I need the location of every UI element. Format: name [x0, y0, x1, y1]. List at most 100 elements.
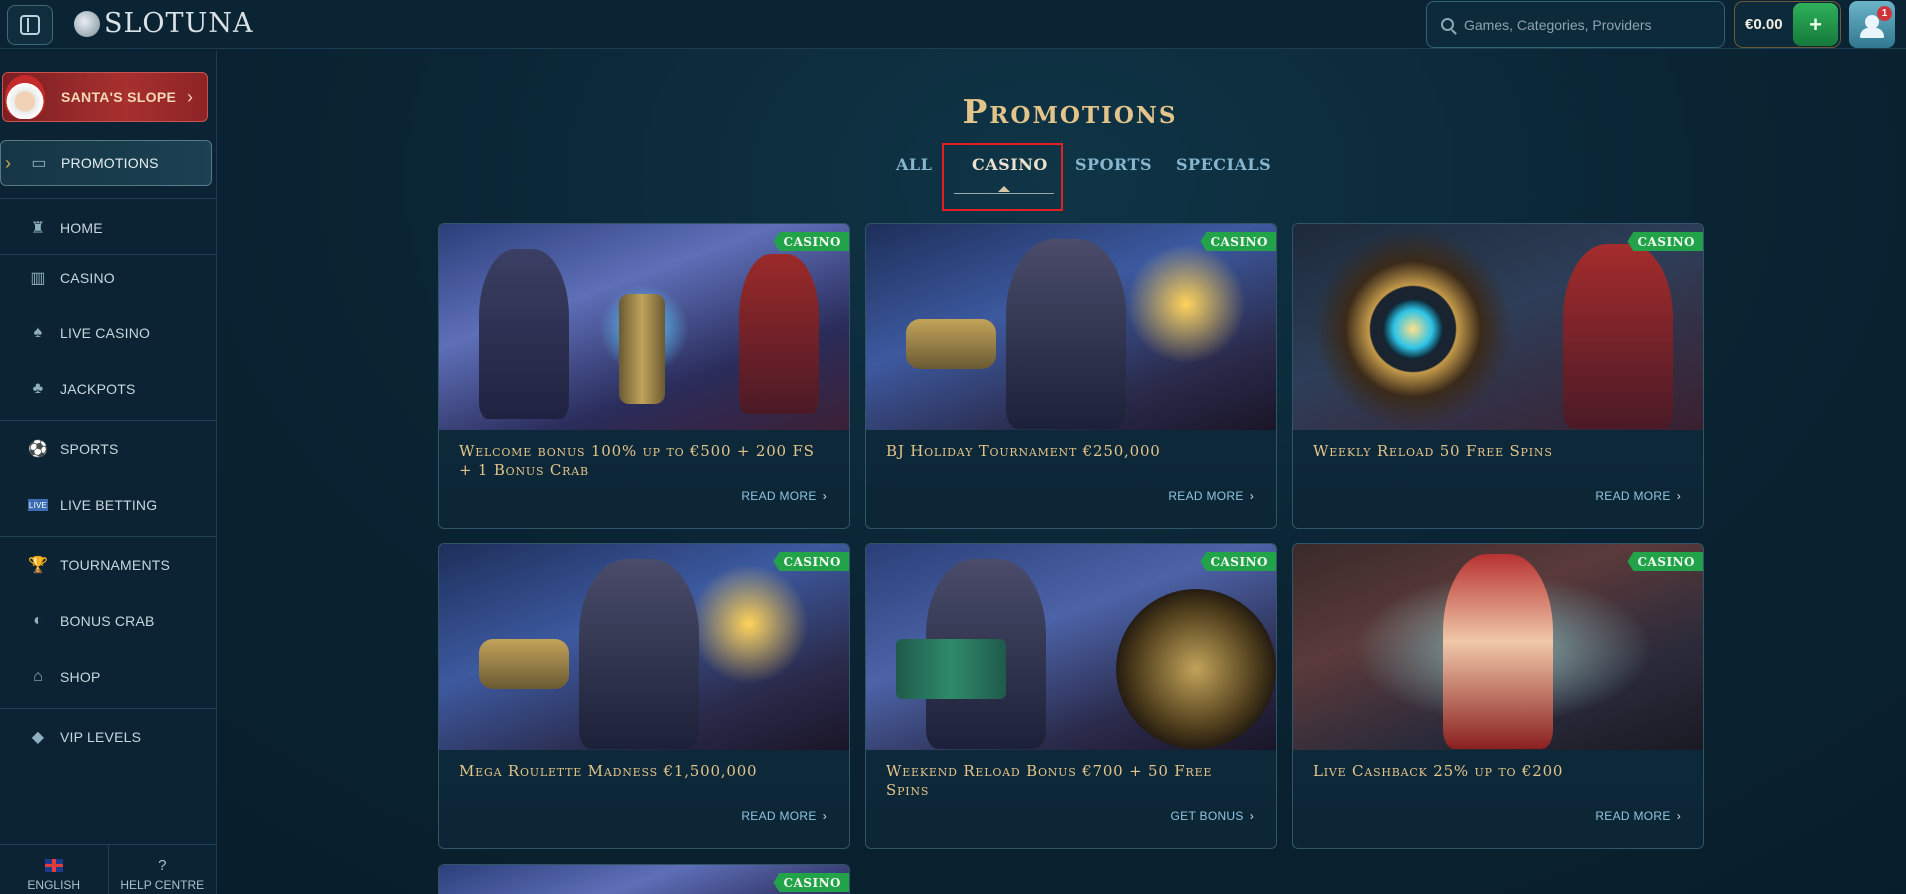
link-label: GET BONUS — [1170, 809, 1244, 823]
logo-text: SLOTUNA — [104, 8, 254, 39]
balance-amount: €0.00 — [1745, 16, 1783, 33]
language-selector[interactable]: ENGLISH — [0, 845, 108, 894]
promo-card[interactable]: CASINO BJ Holiday Tournament €250,000 RE… — [865, 223, 1277, 529]
promo-card-image — [1293, 544, 1703, 750]
promo-card-image — [439, 544, 849, 750]
chevron-right-icon: › — [1676, 489, 1681, 503]
read-more-link[interactable]: READ MORE › — [1168, 489, 1254, 503]
promo-card[interactable]: CASINO Live Cashback 25% up to €200 READ… — [1292, 543, 1704, 849]
read-more-link[interactable]: READ MORE › — [1595, 809, 1681, 823]
sidebar: SANTA'S SLOPE › ▭ PROMOTIONS ♜ HOME ▥ CA… — [0, 50, 217, 894]
sidebar-item-jackpots[interactable]: ♣ JACKPOTS — [0, 366, 216, 412]
get-bonus-link[interactable]: GET BONUS › — [1171, 809, 1254, 823]
sidebar-item-live-casino[interactable]: ♠ LIVE CASINO — [0, 310, 216, 356]
link-label: READ MORE — [1595, 489, 1671, 503]
crab-claw-icon: ◐ — [33, 612, 43, 629]
sidebar-item-home[interactable]: ♜ HOME — [0, 205, 216, 251]
live-badge-icon: LIVE — [28, 499, 48, 511]
notification-badge: 1 — [1877, 6, 1892, 21]
category-badge: CASINO — [773, 232, 849, 251]
chevron-right-icon: › — [1249, 809, 1254, 823]
sidebar-toggle-icon — [20, 15, 40, 35]
tab-sports[interactable]: SPORTS — [1075, 155, 1152, 174]
clover-icon: ♣ — [32, 380, 44, 397]
divider — [0, 708, 216, 709]
tab-all[interactable]: ALL — [896, 155, 932, 174]
promo-card[interactable]: CASINO Weekly Reload 50 Free Spins READ … — [1292, 223, 1704, 529]
divider — [0, 536, 216, 537]
promo-card-title: BJ Holiday Tournament €250,000 — [886, 442, 1161, 460]
promo-card-image — [439, 224, 849, 430]
promo-card-image — [866, 544, 1276, 750]
promo-card-image — [866, 224, 1276, 430]
promo-card-title: Weekly Reload 50 Free Spins — [1313, 442, 1553, 460]
wallet-plus-icon: + — [1809, 11, 1822, 37]
sidebar-item-label: LIVE CASINO — [60, 325, 151, 341]
sidebar-item-casino[interactable]: ▥ CASINO — [0, 255, 216, 301]
sidebar-footer: ENGLISH ? HELP CENTRE — [0, 844, 216, 894]
sidebar-item-label: JACKPOTS — [60, 381, 136, 397]
sidebar-item-label: CASINO — [60, 270, 115, 286]
promo-card-title: Mega Roulette Madness €1,500,000 — [459, 762, 758, 780]
cards-icon: ♠ — [33, 324, 43, 341]
read-more-link[interactable]: READ MORE › — [741, 489, 827, 503]
category-badge: CASINO — [1627, 232, 1703, 251]
category-badge: CASINO — [1627, 552, 1703, 571]
search-input[interactable] — [1464, 16, 1704, 33]
divider — [0, 420, 216, 421]
promo-card-title: Welcome bonus 100% up to €500 + 200 FS +… — [459, 442, 815, 479]
link-label: READ MORE — [741, 809, 817, 823]
chevron-right-icon: › — [822, 489, 827, 503]
divider — [0, 198, 216, 199]
uk-flag-icon — [44, 859, 63, 872]
read-more-link[interactable]: READ MORE › — [741, 809, 827, 823]
sidebar-item-bonus-crab[interactable]: ◐ BONUS CRAB — [0, 598, 216, 644]
category-badge: CASINO — [773, 552, 849, 571]
profile-button[interactable]: 1 — [1849, 1, 1895, 48]
category-badge: CASINO — [773, 873, 849, 892]
sidebar-item-label: LIVE BETTING — [60, 497, 158, 513]
diamond-icon: ◆ — [31, 729, 45, 746]
sidebar-item-promotions[interactable]: ▭ PROMOTIONS — [0, 140, 212, 186]
search-icon — [1441, 18, 1454, 31]
menu-toggle-button[interactable] — [7, 5, 53, 45]
help-label: HELP CENTRE — [120, 878, 205, 892]
promo-card[interactable]: CASINO Weekend Reload Bonus €700 + 50 Fr… — [865, 543, 1277, 849]
sidebar-item-label: TOURNAMENTS — [60, 557, 171, 573]
promo-card[interactable]: CASINO Mega Roulette Madness €1,500,000 … — [438, 543, 850, 849]
deposit-button[interactable]: + — [1793, 3, 1838, 46]
sidebar-item-sports[interactable]: ⚽ SPORTS — [0, 426, 216, 472]
promo-card-title: Live Cashback 25% up to €200 — [1313, 762, 1564, 780]
shop-icon: ⌂ — [33, 668, 43, 685]
help-centre-button[interactable]: ? HELP CENTRE — [107, 845, 217, 894]
sidebar-item-vip-levels[interactable]: ◆ VIP LEVELS — [0, 714, 216, 760]
promo-card[interactable]: CASINO — [438, 864, 850, 894]
category-badge: CASINO — [1200, 232, 1276, 251]
sidebar-item-label: VIP LEVELS — [60, 729, 142, 745]
santa-icon — [5, 75, 45, 119]
chevron-right-icon: › — [187, 86, 193, 107]
sidebar-item-shop[interactable]: ⌂ SHOP — [0, 654, 216, 700]
sidebar-item-label: PROMOTIONS — [61, 155, 159, 171]
sidebar-item-label: SPORTS — [60, 441, 119, 457]
tab-specials[interactable]: SPECIALS — [1176, 155, 1271, 174]
top-header: SLOTUNA €0.00 + 1 — [0, 0, 1906, 49]
sidebar-item-tournaments[interactable]: 🏆 TOURNAMENTS — [0, 542, 216, 588]
castle-icon: ♜ — [30, 220, 46, 237]
trophy-icon: 🏆 — [27, 557, 49, 574]
link-label: READ MORE — [741, 489, 817, 503]
santa-banner-label: SANTA'S SLOPE — [61, 89, 177, 105]
help-icon: ? — [158, 857, 167, 874]
promo-card-image — [1293, 224, 1703, 430]
sidebar-item-live-betting[interactable]: LIVE LIVE BETTING — [0, 482, 216, 528]
logo[interactable]: SLOTUNA — [74, 8, 253, 39]
chevron-right-icon: › — [822, 809, 827, 823]
search-box[interactable] — [1426, 1, 1725, 48]
promo-card[interactable]: CASINO Welcome bonus 100% up to €500 + 2… — [438, 223, 850, 529]
sidebar-item-label: SHOP — [60, 669, 101, 685]
sidebar-item-label: HOME — [60, 220, 103, 236]
read-more-link[interactable]: READ MORE › — [1595, 489, 1681, 503]
santas-slope-banner[interactable]: SANTA'S SLOPE › — [2, 72, 208, 122]
chevron-right-icon: › — [1249, 489, 1254, 503]
promo-card-title: Weekend Reload Bonus €700 + 50 Free Spin… — [886, 762, 1213, 799]
